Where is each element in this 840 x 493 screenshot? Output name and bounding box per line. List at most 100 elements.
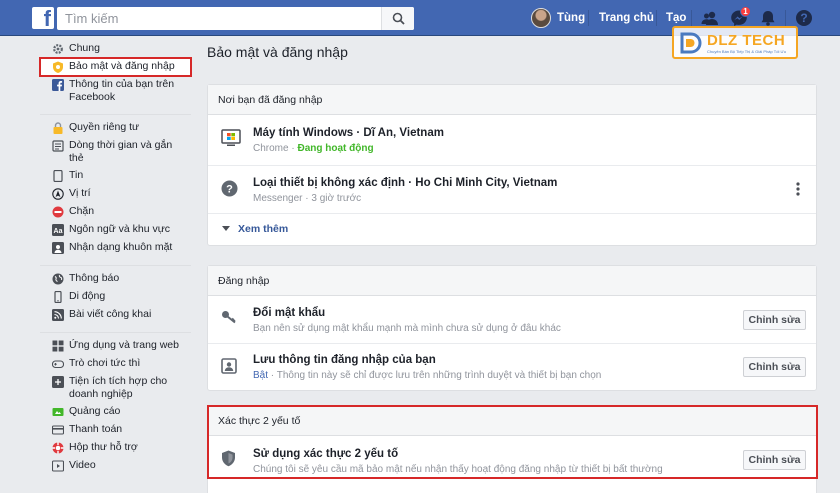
section-header: Đăng nhập (208, 266, 816, 296)
session-title: Máy tính Windows · Dĩ An, Vietnam (253, 127, 444, 139)
change-password-edit-button[interactable]: Chỉnh sửa (743, 310, 806, 330)
sidebar-item-face-recognition[interactable]: Nhận dạng khuôn mặt (40, 239, 191, 257)
see-more-link[interactable]: Xem thêm (238, 223, 288, 235)
sidebar-item-label: Hộp thư hỗ trợ (69, 441, 138, 453)
session-app: Chrome (253, 143, 289, 154)
sidebar-item-videos[interactable]: Video (40, 457, 191, 475)
sidebar-item-label: Bài viết công khai (69, 308, 152, 320)
home-link[interactable]: Trang chủ (599, 12, 654, 24)
windows-computer-icon (221, 129, 241, 146)
sidebar-item-general[interactable]: Chung (40, 40, 191, 58)
sidebar-item-ads[interactable]: Quảng cáo (40, 403, 191, 421)
messages-badge: 1 (740, 6, 751, 17)
sidebar-item-label: Di động (69, 290, 106, 302)
session-title: Loại thiết bị không xác định · Ho Chi Mi… (253, 177, 558, 189)
two-factor-edit-button[interactable]: Chỉnh sửa (743, 450, 806, 470)
timeline-icon (52, 140, 64, 152)
search-input[interactable] (57, 7, 375, 30)
payment-icon (52, 425, 64, 435)
sidebar-item-label: Trò chơi tức thì (69, 357, 141, 369)
create-link[interactable]: Tạo (666, 12, 686, 24)
sidebar-item-business-integrations[interactable]: Tiện ích tích hợp cho doanh nghiệp (40, 373, 191, 403)
sidebar-item-label: Nhận dạng khuôn mặt (69, 241, 173, 253)
session-details: Messenger · 3 giờ trước (253, 193, 362, 204)
block-icon (52, 206, 64, 218)
sidebar-item-label: Tiện ích tích hợp cho doanh nghiệp (69, 375, 168, 400)
sidebar-item-label: Tin (69, 169, 84, 181)
sidebar-item-notifications[interactable]: Thông báo (40, 270, 191, 288)
section-header: Xác thực 2 yếu tố (208, 406, 816, 436)
sidebar-item-timeline-tagging[interactable]: Dòng thời gian và gắn thẻ (40, 137, 191, 167)
session-time: 3 giờ trước (311, 193, 362, 204)
unknown-device-icon: ? (221, 180, 238, 197)
notifications-bell-icon[interactable] (759, 9, 777, 27)
session-row: ? Loại thiết bị không xác định · Ho Chi … (208, 165, 816, 213)
caret-down-icon (222, 226, 230, 231)
shield-icon (222, 450, 235, 467)
session-status: Đang hoạt động (297, 143, 374, 154)
sidebar-item-label: Thông báo (69, 272, 120, 284)
sidebar-item-public-posts[interactable]: Bài viết công khai (40, 306, 191, 324)
save-login-row: Lưu thông tin đăng nhập của bạn Bật · Th… (208, 343, 816, 390)
sidebar-group-apps: Ứng dụng và trang web Trò chơi tức thì T… (40, 333, 191, 483)
sidebar-item-label: Quảng cáo (69, 405, 121, 417)
lock-icon (53, 122, 63, 134)
integration-icon (52, 376, 64, 388)
help-icon[interactable]: ? (795, 9, 813, 27)
sidebar-item-label: Quyền riêng tư (69, 121, 140, 133)
sidebar-item-label: Chung (69, 42, 100, 54)
more-options-icon[interactable] (796, 182, 800, 196)
see-more-row[interactable]: Xem thêm (208, 213, 816, 245)
shield-badge-icon (53, 61, 63, 73)
where-logged-in-card: Nơi bạn đã đăng nhập Máy tính Windows · … (207, 84, 817, 246)
sidebar-item-privacy[interactable]: Quyền riêng tư (40, 119, 191, 137)
sidebar-item-mobile[interactable]: Di động (40, 288, 191, 306)
page-title: Bảo mật và đăng nhập (207, 44, 348, 60)
dlz-tech-logo (680, 32, 702, 54)
change-password-row: Đổi mật khẩu Bạn nên sử dụng mật khẩu mạ… (208, 296, 816, 343)
globe-icon (52, 273, 64, 285)
sidebar-item-label: Bảo mật và đăng nhập (69, 60, 175, 72)
dlz-tech-watermark: DLZ TECH Chuyên Bán Bộ Tiếp Thị & Giải P… (672, 26, 798, 59)
change-password-description: Bạn nên sử dụng mật khẩu mạnh mà mình ch… (253, 323, 561, 334)
face-recognition-icon (52, 242, 64, 254)
sidebar-item-your-info[interactable]: Thông tin của bạn trên Facebook (40, 76, 191, 106)
nav-divider (691, 10, 692, 26)
two-factor-description: Chúng tôi sẽ yêu cầu mã bảo mật nếu nhận… (253, 464, 663, 475)
sidebar-item-label: Ứng dụng và trang web (69, 339, 179, 351)
language-icon: Aa (52, 224, 64, 236)
sidebar-item-language-region[interactable]: Aa Ngôn ngữ và khu vực (40, 221, 191, 239)
two-factor-row: Sử dụng xác thực 2 yếu tố Chúng tôi sẽ y… (208, 436, 816, 486)
search-button[interactable] (381, 7, 414, 30)
nav-divider (785, 10, 786, 26)
facebook-icon (52, 79, 64, 91)
rss-icon (52, 309, 64, 321)
location-icon (52, 188, 64, 200)
section-header: Nơi bạn đã đăng nhập (208, 85, 816, 115)
save-login-edit-button[interactable]: Chỉnh sửa (743, 357, 806, 377)
sidebar-item-security-login[interactable]: Bảo mật và đăng nhập (39, 57, 192, 77)
game-icon (52, 360, 64, 369)
sidebar-item-location[interactable]: Vị trí (40, 185, 191, 203)
sidebar-item-label: Thông tin của bạn trên Facebook (69, 78, 175, 103)
login-card: Đăng nhập Đổi mật khẩu Bạn nên sử dụng m… (207, 265, 817, 391)
save-login-text: Thông tin này sẽ chỉ được lưu trên những… (276, 370, 602, 381)
sidebar-item-support-inbox[interactable]: Hộp thư hỗ trợ (40, 439, 191, 457)
nav-divider (656, 10, 657, 26)
nav-divider (588, 10, 589, 26)
apps-icon (52, 340, 64, 352)
mobile-icon (54, 291, 62, 303)
sidebar-item-stories[interactable]: Tin (40, 167, 191, 185)
svg-text:?: ? (800, 11, 807, 25)
sidebar-item-apps-websites[interactable]: Ứng dụng và trang web (40, 337, 191, 355)
profile-link[interactable]: Tùng (531, 8, 585, 28)
change-password-title: Đổi mật khẩu (253, 307, 326, 319)
sidebar-item-blocking[interactable]: Chặn (40, 203, 191, 221)
sidebar-item-label: Dòng thời gian và gắn thẻ (69, 139, 173, 164)
sidebar-item-payments[interactable]: Thanh toán (40, 421, 191, 439)
friend-requests-icon[interactable] (701, 9, 719, 27)
sidebar-group-privacy: Quyền riêng tư Dòng thời gian và gắn thẻ… (40, 115, 191, 266)
saved-login-icon (221, 358, 237, 374)
facebook-logo[interactable]: f (32, 7, 54, 30)
sidebar-item-instant-games[interactable]: Trò chơi tức thì (40, 355, 191, 373)
